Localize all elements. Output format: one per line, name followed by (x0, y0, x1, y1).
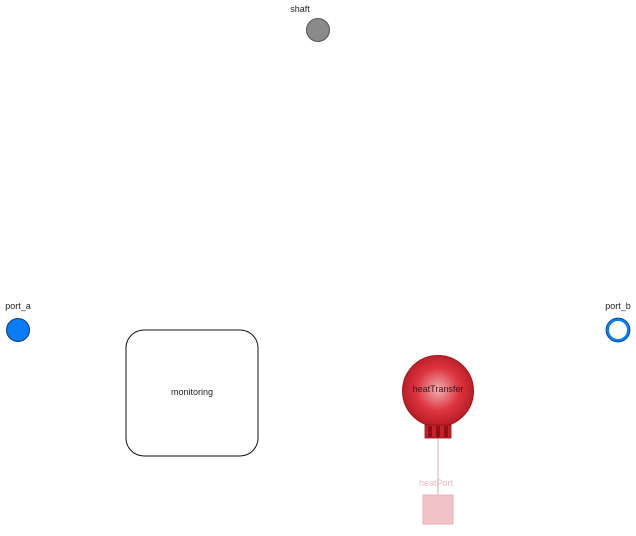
port-b-connector[interactable] (606, 318, 630, 342)
heat-port-label: heatPort (418, 478, 454, 488)
diagram-canvas: shaft port_a port_b monitoring heatTrans… (0, 0, 636, 531)
heat-port-square[interactable] (422, 494, 454, 525)
diagram-svg (6, 18, 631, 525)
shaft-label: shaft (290, 4, 310, 14)
monitoring-label: monitoring (170, 387, 214, 397)
port-a-label: port_a (5, 301, 31, 311)
heat-transfer-base (424, 424, 452, 439)
port-b-label: port_b (605, 301, 631, 311)
shaft-connector[interactable] (306, 18, 330, 42)
heat-transfer-label: heatTransfer (412, 384, 464, 394)
port-a-connector[interactable] (6, 318, 30, 342)
